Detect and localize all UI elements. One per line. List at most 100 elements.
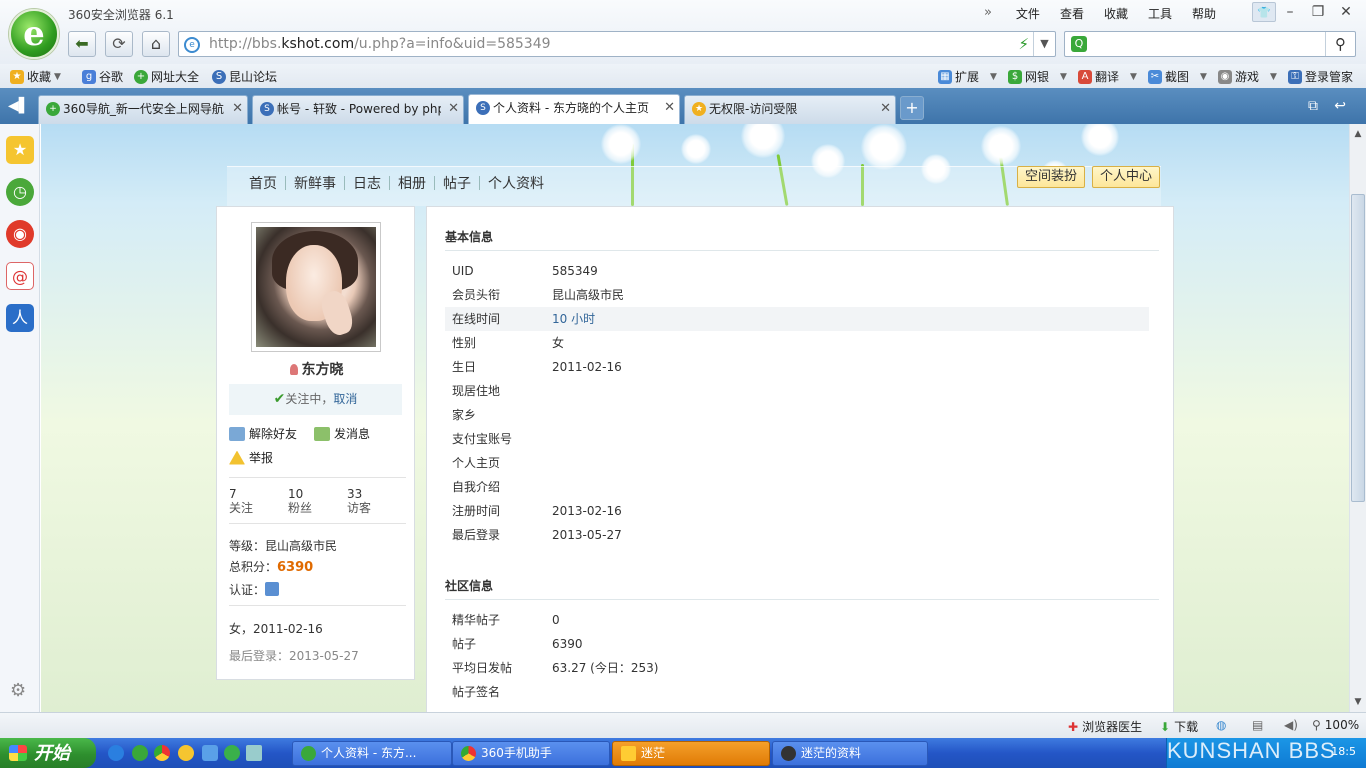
table-row: 个人主页 <box>452 456 501 470</box>
chrome-icon[interactable] <box>154 745 170 761</box>
favorites-star-icon[interactable]: ★ <box>6 136 34 164</box>
search-icon[interactable]: ⚲ <box>1325 32 1355 56</box>
favorites-menu[interactable]: ★ 收藏 ▼ <box>10 68 61 85</box>
history-clock-icon[interactable]: ◷ <box>6 178 34 206</box>
star-icon: ★ <box>10 69 24 84</box>
extensions-menu[interactable]: ▦ 扩展 ▼ <box>938 68 997 85</box>
download-button[interactable]: ⬇ 下载 <box>1160 718 1198 735</box>
browser-doctor-button[interactable]: ✚ 浏览器医生 <box>1068 718 1142 735</box>
certification-info: 认证： <box>229 581 280 598</box>
address-bar[interactable]: e http://bbs.kshot.com/u.php?a=info&uid=… <box>178 31 1056 57</box>
search-box[interactable]: Q ⚲ <box>1064 31 1356 57</box>
stat-fans[interactable]: 10 粉丝 <box>288 487 312 515</box>
tab-account[interactable]: S 帐号 - 轩致 - Powered by phpwind ✕ <box>252 95 464 124</box>
close-tab-icon[interactable]: ✕ <box>664 100 675 115</box>
task-360-phone[interactable]: 360手机助手 <box>452 741 610 766</box>
bookmark-google[interactable]: g 谷歌 <box>82 68 123 85</box>
phone-icon[interactable] <box>202 745 218 761</box>
report-button[interactable]: 举报 <box>229 449 273 466</box>
weibo-icon[interactable]: ◉ <box>6 220 34 248</box>
360-icon[interactable] <box>224 745 240 761</box>
remove-friend-button[interactable]: 解除好友 <box>229 425 297 442</box>
clock[interactable]: 18:5 <box>1331 745 1356 758</box>
task-profile-window[interactable]: 个人资料 - 东方... <box>292 741 452 766</box>
ebank-menu[interactable]: $ 网银 ▼ <box>1008 68 1067 85</box>
star-icon: ★ <box>692 102 706 116</box>
nav-icon[interactable] <box>132 745 148 761</box>
zoom-control[interactable]: ⚲ 100% <box>1312 718 1359 732</box>
menu-tools[interactable]: 工具 <box>1138 5 1182 22</box>
minimize-button[interactable]: – <box>1276 2 1304 22</box>
address-dropdown-icon[interactable]: ▼ <box>1033 32 1055 56</box>
mail-icon[interactable]: @ <box>6 262 34 290</box>
nav-album[interactable]: 相册 <box>390 173 434 193</box>
close-tab-icon[interactable]: ✕ <box>232 101 243 116</box>
back-button[interactable]: ⬅ <box>68 31 96 57</box>
desktop-icon[interactable] <box>246 745 262 761</box>
volume-icon[interactable]: ◀) <box>1284 718 1298 732</box>
scissors-icon: ✂ <box>1148 69 1162 84</box>
zoom-icon: ⚲ <box>1312 718 1321 732</box>
renren-icon[interactable]: 人 <box>6 304 34 332</box>
start-button[interactable]: 开始 <box>0 738 96 768</box>
speed-mode-icon[interactable]: ⚡ <box>1018 35 1029 53</box>
sidebar-toggle-icon[interactable]: ◀▌ <box>8 98 30 114</box>
undo-close-icon[interactable]: ↩ <box>1334 98 1346 114</box>
scroll-down-icon[interactable]: ▼ <box>1350 694 1366 710</box>
new-tab-button[interactable]: + <box>900 96 924 120</box>
games-menu[interactable]: ◉ 游戏 ▼ <box>1218 68 1277 85</box>
bookmark-sites[interactable]: + 网址大全 <box>134 68 199 85</box>
avatar[interactable] <box>251 222 381 352</box>
login-manager[interactable]: ⚿ 登录管家 <box>1288 68 1353 85</box>
menu-file[interactable]: 文件 <box>1006 5 1050 22</box>
menu-favorites[interactable]: 收藏 <box>1094 5 1138 22</box>
home-button[interactable]: ⌂ <box>142 31 170 57</box>
skin-icon[interactable]: 👕 <box>1252 2 1276 22</box>
scroll-thumb[interactable] <box>1351 194 1365 502</box>
menu-view[interactable]: 查看 <box>1050 5 1094 22</box>
menu-overflow-icon[interactable]: » <box>984 5 992 22</box>
nav-home[interactable]: 首页 <box>241 173 285 193</box>
page-content: 首页 新鲜事 日志 相册 帖子 个人资料 空间装扮 个人中心 东方晓 ✔关注中，… <box>41 124 1349 712</box>
send-message-button[interactable]: 发消息 <box>314 425 370 442</box>
restore-button[interactable]: ❐ <box>1304 2 1332 22</box>
follow-status: ✔关注中，取消 <box>229 384 402 415</box>
nav-posts[interactable]: 帖子 <box>435 173 479 193</box>
search-engine-icon[interactable]: Q <box>1071 36 1087 52</box>
tab-360-nav[interactable]: + 360导航_新一代安全上网导航 ✕ <box>38 95 248 124</box>
translate-menu[interactable]: A 翻译 ▼ <box>1078 68 1137 85</box>
bookmark-kunshan[interactable]: S 昆山论坛 <box>212 68 277 85</box>
stat-following[interactable]: 7 关注 <box>229 487 253 515</box>
menu-help[interactable]: 帮助 <box>1182 5 1226 22</box>
stat-visitors[interactable]: 33 访客 <box>347 487 371 515</box>
screenshot-menu[interactable]: ✂ 截图 ▼ <box>1148 68 1207 85</box>
task-mimang[interactable]: 迷茫 <box>612 741 770 766</box>
network-icon[interactable]: ◍ <box>1216 718 1226 732</box>
close-tab-icon[interactable]: ✕ <box>880 101 891 116</box>
certification-badge-icon[interactable] <box>265 582 280 596</box>
nav-blog[interactable]: 日志 <box>345 173 389 193</box>
settings-gear-icon[interactable]: ⚙ <box>10 680 26 701</box>
qq-icon[interactable] <box>178 745 194 761</box>
vertical-scrollbar[interactable]: ▲ ▼ <box>1349 124 1366 712</box>
page-icon[interactable]: ▤ <box>1252 718 1263 732</box>
ie-icon[interactable] <box>108 745 124 761</box>
task-mimang-profile[interactable]: 迷茫的资料 <box>772 741 928 766</box>
unfollow-link[interactable]: 取消 <box>333 392 357 406</box>
scroll-up-icon[interactable]: ▲ <box>1350 126 1366 142</box>
windows-taskbar: 开始 个人资料 - 东方... 360手机助手 迷茫 迷茫的资料 KUNSHAN… <box>0 738 1366 768</box>
restore-tabs-icon[interactable]: ⧉ <box>1308 98 1318 114</box>
nav-profile[interactable]: 个人资料 <box>480 173 552 193</box>
close-window-button[interactable]: ✕ <box>1332 2 1360 22</box>
windows-flag-icon <box>9 745 27 761</box>
space-decorate-button[interactable]: 空间装扮 <box>1017 166 1086 188</box>
username[interactable]: 东方晓 <box>217 359 416 379</box>
personal-center-button[interactable]: 个人中心 <box>1092 166 1161 188</box>
gamepad-icon: ◉ <box>1218 69 1232 84</box>
tab-profile[interactable]: S 个人资料 - 东方晓的个人主页 ✕ <box>468 94 680 124</box>
tab-no-permission[interactable]: ★ 无权限-访问受限 ✕ <box>684 95 896 124</box>
url-text[interactable]: http://bbs.kshot.com/u.php?a=info&uid=58… <box>209 36 551 52</box>
nav-news[interactable]: 新鲜事 <box>286 173 344 193</box>
close-tab-icon[interactable]: ✕ <box>448 101 459 116</box>
refresh-button[interactable]: ⟳ <box>105 31 133 57</box>
